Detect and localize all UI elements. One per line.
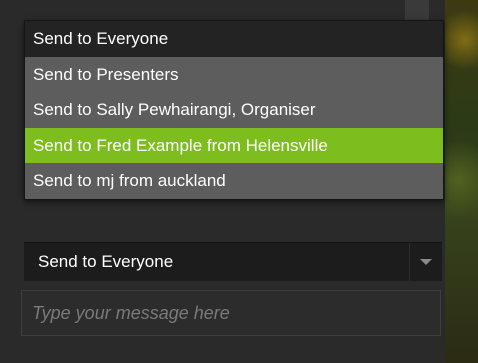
message-input[interactable] [21,290,441,336]
dropdown-option-sally[interactable]: Send to Sally Pewhairangi, Organiser [25,92,443,128]
chevron-down-icon [420,259,432,265]
dropdown-option-mj[interactable]: Send to mj from auckland [25,163,443,199]
dropdown-option-everyone[interactable]: Send to Everyone [25,21,443,57]
recipient-select-value: Send to Everyone [38,252,174,271]
dropdown-toggle[interactable] [409,243,442,281]
recipient-select[interactable]: Send to Everyone [24,242,442,281]
dropdown-option-presenters[interactable]: Send to Presenters [25,57,443,93]
dropdown-option-fred[interactable]: Send to Fred Example from Helensville [25,127,443,164]
video-background [445,0,478,363]
recipient-dropdown-list: Send to Everyone Send to Presenters Send… [24,20,444,200]
